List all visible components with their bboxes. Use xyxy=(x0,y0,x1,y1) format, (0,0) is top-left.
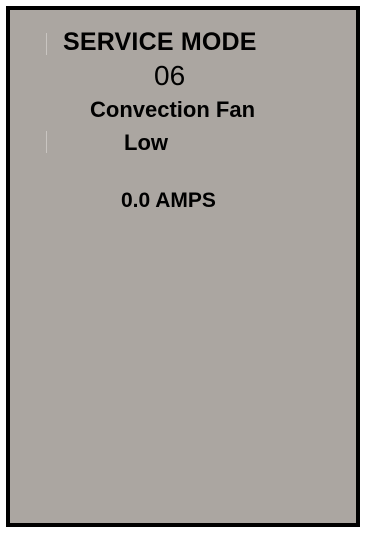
service-mode-title: SERVICE MODE xyxy=(63,28,257,56)
current-reading: 0.0 AMPS xyxy=(121,189,216,212)
test-component-setting: Low xyxy=(124,130,168,155)
display-edge-mark xyxy=(46,33,47,55)
display-edge-mark xyxy=(46,131,47,153)
test-component-name: Convection Fan xyxy=(90,97,256,122)
mode-number: 06 xyxy=(154,60,186,91)
service-display-screen: SERVICE MODE 06 Convection Fan Low 0.0 A… xyxy=(6,6,360,527)
